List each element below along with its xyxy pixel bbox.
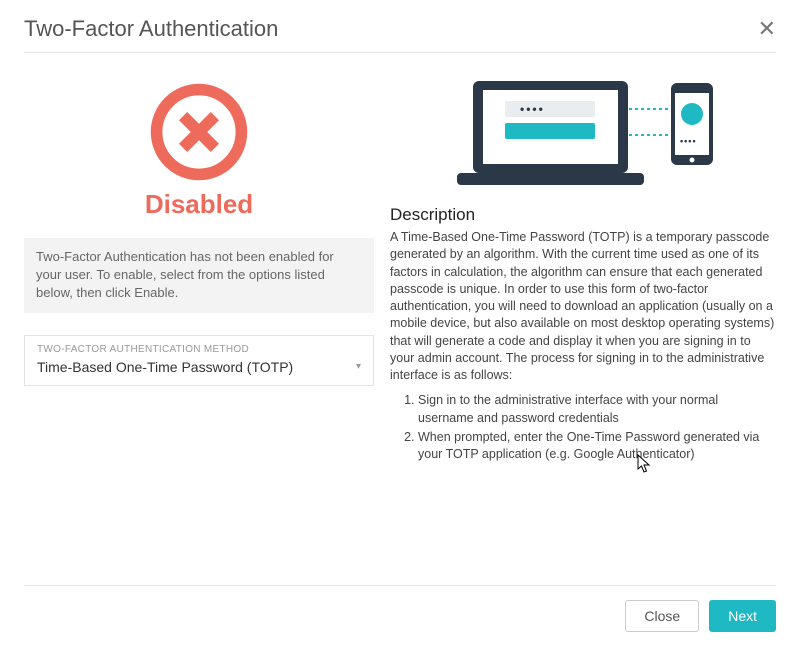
totp-illustration: •••• •••• (443, 73, 723, 193)
two-factor-dialog: Two-Factor Authentication ✕ Disabled Two… (0, 0, 800, 650)
description-steps: Sign in to the administrative interface … (390, 392, 776, 465)
method-select[interactable]: TWO-FACTOR AUTHENTICATION METHOD Time-Ba… (24, 335, 374, 386)
method-field-label: TWO-FACTOR AUTHENTICATION METHOD (37, 344, 361, 355)
status-label: Disabled (145, 189, 253, 220)
dialog-footer: Close Next (24, 585, 776, 632)
dialog-header: Two-Factor Authentication ✕ (24, 16, 776, 53)
svg-text:••••: •••• (680, 136, 697, 146)
disabled-status-icon (146, 79, 252, 185)
svg-text:••••: •••• (520, 102, 545, 116)
description-heading: Description (390, 205, 776, 225)
close-icon[interactable]: ✕ (758, 16, 776, 42)
dialog-title: Two-Factor Authentication (24, 16, 278, 42)
chevron-down-icon: ▾ (356, 361, 361, 372)
right-pane: •••• •••• Description A Time-Based One-T… (390, 71, 776, 585)
method-field-value: Time-Based One-Time Password (TOTP) (37, 359, 293, 375)
left-pane: Disabled Two-Factor Authentication has n… (24, 71, 374, 585)
description-text: A Time-Based One-Time Password (TOTP) is… (390, 229, 776, 384)
description-step: Sign in to the administrative interface … (418, 392, 776, 427)
next-button[interactable]: Next (709, 600, 776, 632)
status-note: Two-Factor Authentication has not been e… (24, 238, 374, 313)
close-button[interactable]: Close (625, 600, 699, 632)
dialog-body: Disabled Two-Factor Authentication has n… (24, 53, 776, 585)
description-step: When prompted, enter the One-Time Passwo… (418, 429, 776, 464)
